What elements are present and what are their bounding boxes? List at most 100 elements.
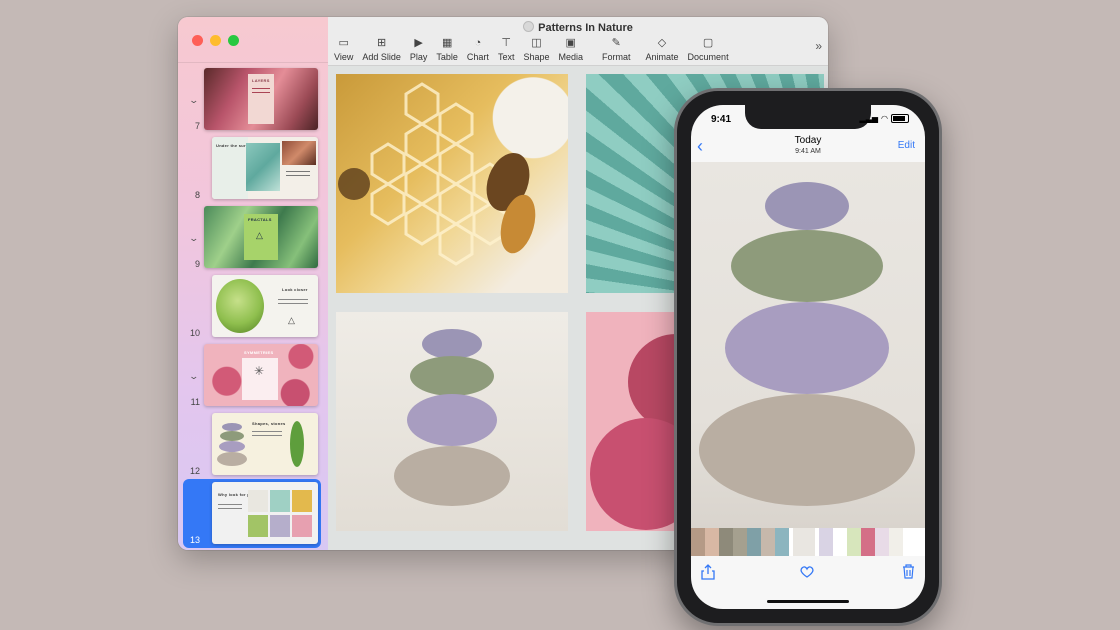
slide-number: 8	[194, 190, 200, 200]
play-icon: ▶	[414, 37, 423, 49]
slide-thumbnail[interactable]: LAYERS	[204, 68, 318, 130]
add-slide-icon: ⊞	[377, 37, 387, 49]
slide-number: 10	[189, 328, 200, 338]
format-label: Format	[602, 52, 631, 62]
slide-thumbnail[interactable]: Why look for patterns	[212, 482, 318, 544]
slide-7[interactable]: ⌄ LAYERS 7	[178, 65, 328, 134]
filmstrip-thumb-selected[interactable]	[793, 528, 815, 556]
filmstrip-thumb[interactable]	[775, 528, 789, 556]
sea-urchin-photo-large[interactable]	[691, 162, 925, 528]
view-button[interactable]: ▭ View	[334, 37, 353, 62]
photo	[292, 515, 312, 537]
slide-title: Look closer	[282, 287, 308, 292]
text-line	[252, 435, 282, 436]
notch	[745, 105, 871, 129]
keynote-doc-icon	[523, 21, 535, 32]
text-line	[252, 92, 270, 93]
slide-navigator: ⌄ LAYERS 7 Under the surface 8 ⌄ FRACTAL…	[178, 17, 328, 550]
filmstrip-thumb[interactable]	[719, 528, 733, 556]
status-time: 9:41	[711, 114, 732, 125]
share-icon[interactable]	[701, 564, 715, 580]
urchin-stack-large	[699, 182, 915, 506]
filmstrip-thumb[interactable]	[747, 528, 761, 556]
add-slide-button[interactable]: ⊞ Add Slide	[362, 37, 401, 62]
filmstrip-thumb[interactable]	[847, 528, 861, 556]
stone	[217, 452, 247, 466]
window-title: Patterns In Nature	[328, 21, 828, 34]
slide-number: 9	[194, 259, 200, 269]
slide-thumbnail[interactable]: Shapes, stones	[212, 413, 318, 475]
photo	[246, 143, 280, 191]
slide-8[interactable]: Under the surface 8	[178, 134, 328, 203]
toolbar-overflow-icon[interactable]: »	[815, 39, 822, 53]
shape-icon: ◫	[531, 37, 542, 49]
asterisk-icon: ✳	[254, 364, 265, 378]
wifi-icon: ◠	[881, 114, 888, 123]
slide-13[interactable]: Why look for patterns 13	[183, 479, 321, 548]
photo-nav-bar: ‹ Today 9:41 AM Edit	[691, 133, 925, 161]
photo	[270, 515, 290, 537]
play-button[interactable]: ▶ Play	[410, 37, 428, 62]
text-label: Text	[497, 52, 515, 62]
slide-number: 11	[190, 397, 200, 407]
slide-11[interactable]: ⌄ SYMMETRIES ✳ 11	[178, 341, 328, 410]
text-button[interactable]: ⊤ Text	[498, 37, 515, 62]
chart-button[interactable]: ◔ Chart	[467, 37, 489, 62]
toolbar: Patterns In Nature ▭ View ⊞ Add Slide ▶ Pla…	[328, 17, 828, 66]
slide-10[interactable]: Look closer △ 10	[178, 272, 328, 341]
chart-icon: ◔	[474, 37, 482, 49]
slide-thumbnail[interactable]: Look closer △	[212, 275, 318, 337]
edit-button[interactable]: Edit	[898, 140, 915, 151]
zoom-button[interactable]	[228, 35, 239, 46]
slide-12[interactable]: Shapes, stones 12	[178, 410, 328, 479]
format-button[interactable]: ✎ Format	[602, 37, 631, 62]
leaf	[290, 421, 304, 467]
honeycomb-pattern	[338, 82, 536, 266]
animate-button[interactable]: ◇ Animate	[646, 37, 679, 62]
photo-filmstrip[interactable]	[691, 528, 925, 556]
sidebar-view-icon: ▭	[338, 37, 349, 49]
document-title: Patterns In Nature	[538, 22, 633, 34]
stone	[220, 431, 244, 441]
media-icon: ▣	[565, 37, 576, 49]
stone	[222, 423, 242, 431]
chevron-down-icon[interactable]: ⌄	[188, 95, 199, 106]
trash-icon[interactable]	[902, 564, 915, 579]
chart-label: Chart	[466, 52, 489, 62]
filmstrip-thumb[interactable]	[691, 528, 705, 556]
iphone-device: 9:41 ▂▃▅ ◠ ‹ Today 9:41 AM Edit	[674, 88, 942, 626]
media-button[interactable]: ▣ Media	[558, 37, 583, 62]
close-button[interactable]	[192, 35, 203, 46]
animate-icon: ◇	[657, 37, 667, 49]
filmstrip-thumb[interactable]	[819, 528, 833, 556]
sea-urchin-photo	[336, 312, 568, 531]
chevron-down-icon[interactable]: ⌄	[188, 233, 199, 244]
filmstrip-thumb[interactable]	[705, 528, 719, 556]
filmstrip-thumb[interactable]	[761, 528, 775, 556]
filmstrip-thumb[interactable]	[833, 528, 847, 556]
text-line	[218, 504, 242, 505]
slide-thumbnail[interactable]: FRACTALS △	[204, 206, 318, 268]
document-icon: ▢	[702, 37, 714, 49]
toolbar-buttons: ▭ View ⊞ Add Slide ▶ Play ▦ Table ◔ Chart ⊤ Te…	[334, 37, 738, 62]
chevron-down-icon[interactable]: ⌄	[188, 371, 199, 382]
cellular-icon: ▂▃▅	[859, 114, 879, 123]
slide-thumbnail[interactable]: SYMMETRIES ✳	[204, 344, 318, 406]
document-button[interactable]: ▢ Document	[688, 37, 729, 62]
filmstrip-thumb[interactable]	[875, 528, 889, 556]
slide-9[interactable]: ⌄ FRACTALS △ 9	[178, 203, 328, 272]
heart-icon[interactable]	[800, 565, 814, 578]
table-button[interactable]: ▦ Table	[436, 37, 458, 62]
filmstrip-thumb[interactable]	[733, 528, 747, 556]
photos-app-screen: 9:41 ▂▃▅ ◠ ‹ Today 9:41 AM Edit	[691, 105, 925, 609]
filmstrip-thumb[interactable]	[861, 528, 875, 556]
table-label: Table	[436, 52, 458, 62]
slide-thumbnail[interactable]: Under the surface	[212, 137, 318, 199]
document-label: Document	[687, 52, 729, 62]
slide-number: 13	[189, 535, 200, 545]
animate-label: Animate	[645, 52, 679, 62]
shape-button[interactable]: ◫ Shape	[523, 37, 549, 62]
minimize-button[interactable]	[210, 35, 221, 46]
format-brush-icon: ✎	[611, 37, 621, 49]
filmstrip-thumb[interactable]	[889, 528, 903, 556]
